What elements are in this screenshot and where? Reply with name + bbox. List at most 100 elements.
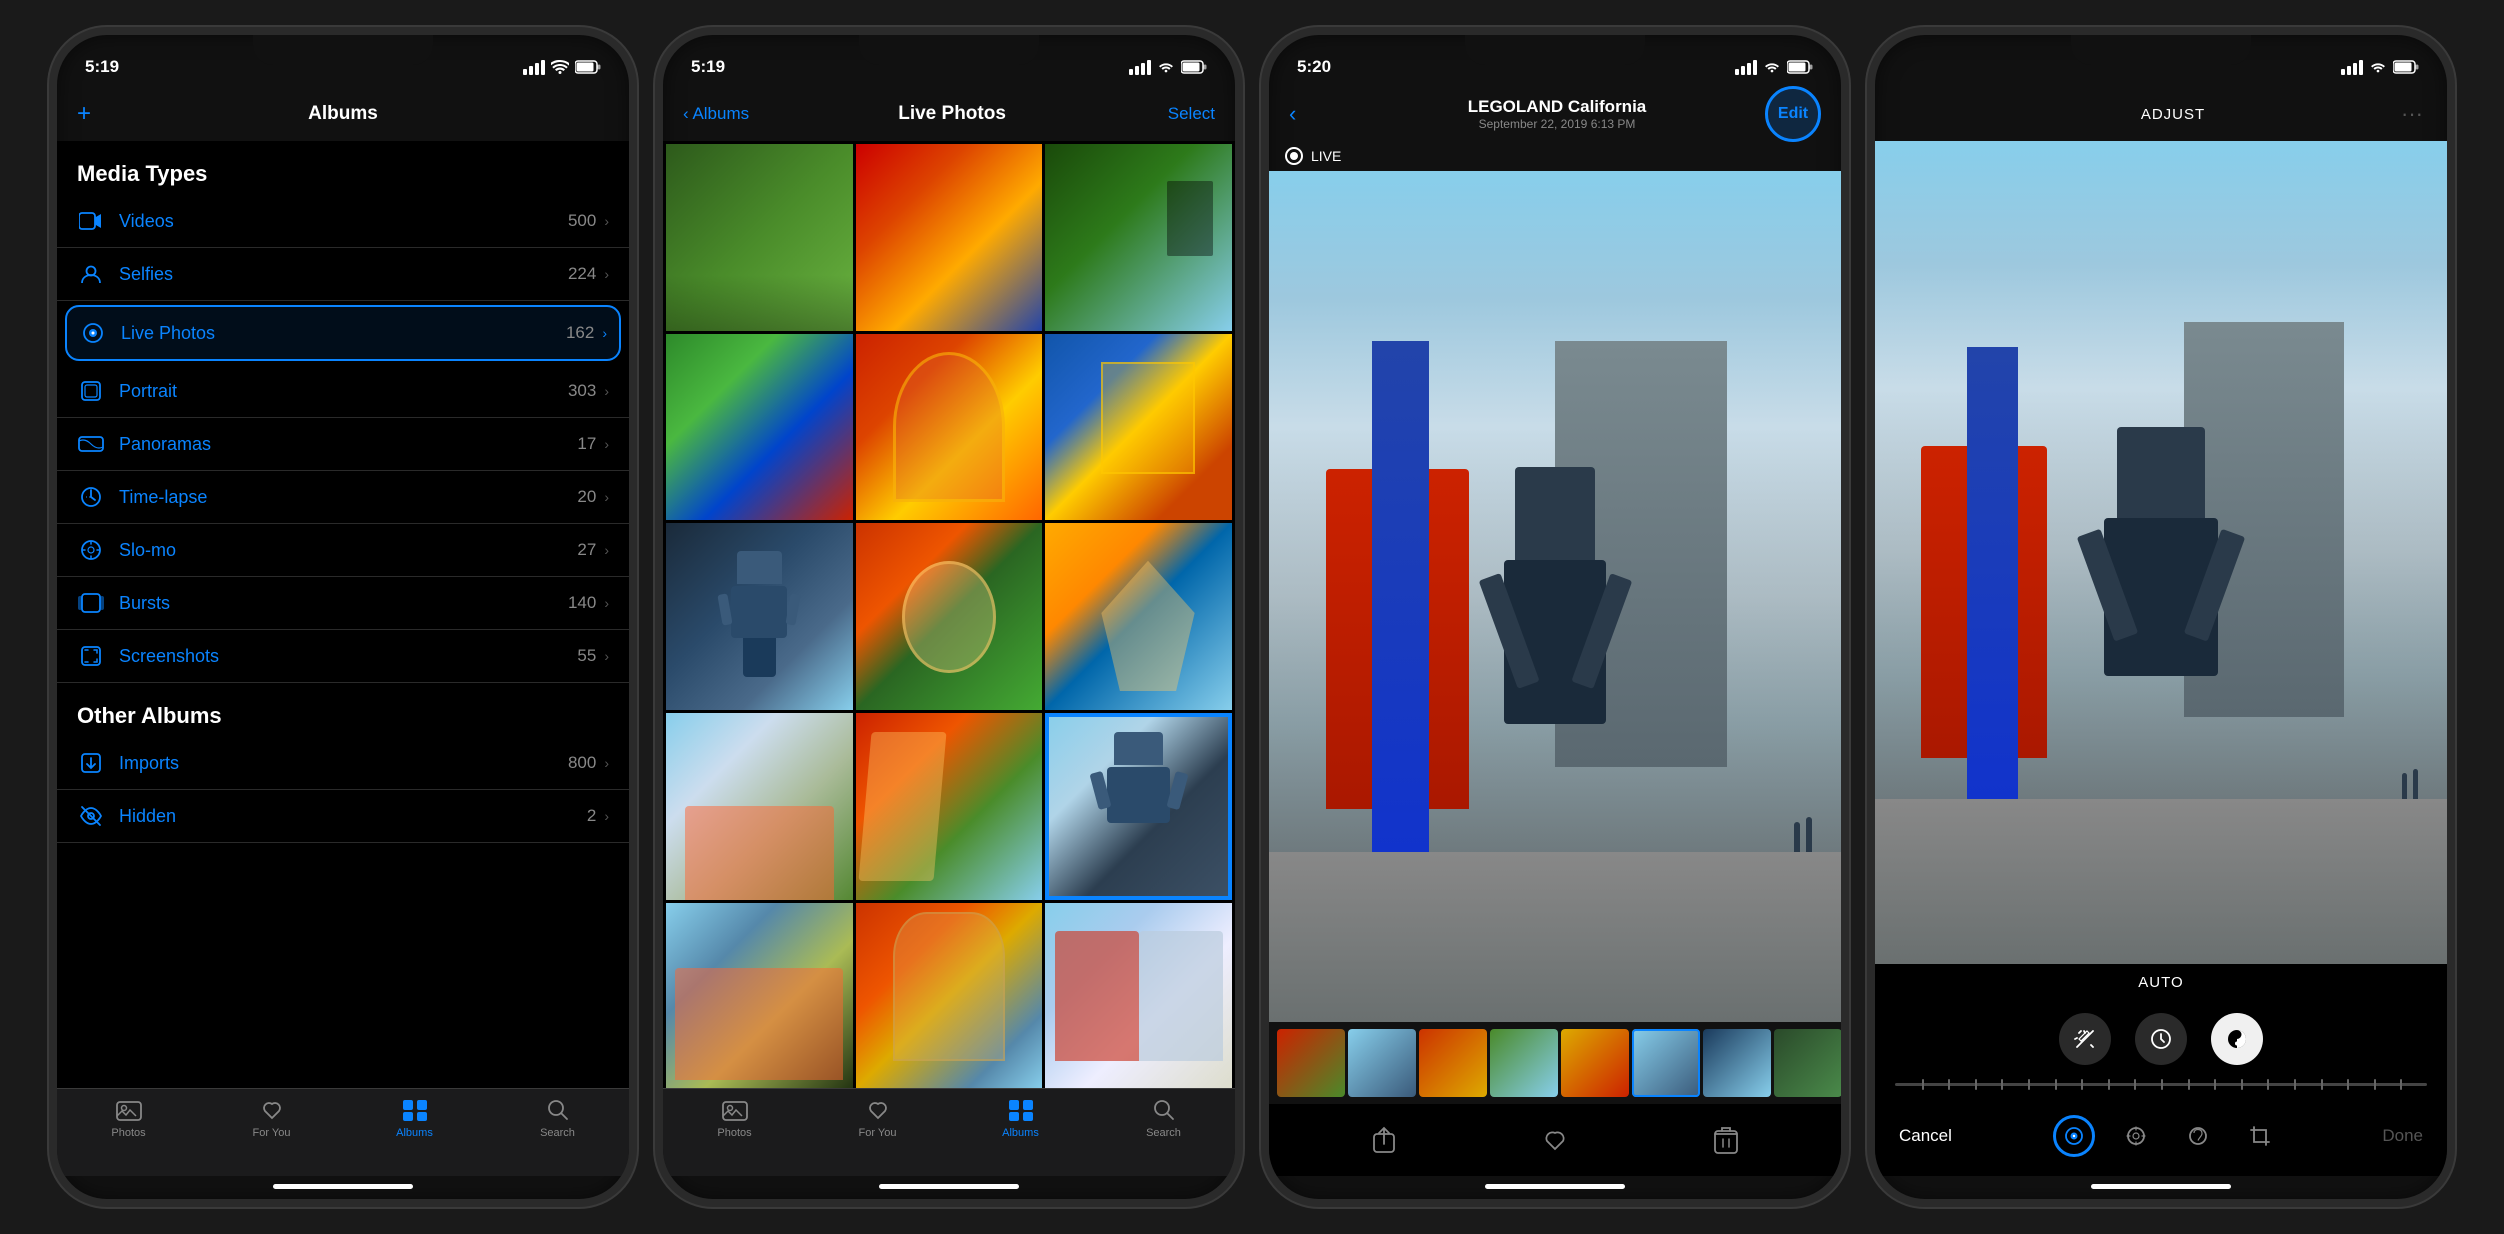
- delete-button[interactable]: [1714, 1126, 1738, 1154]
- tab-search[interactable]: Search: [486, 1097, 629, 1139]
- list-item-slomo[interactable]: Slo-mo 27 ›: [57, 524, 629, 577]
- status-bar-2: 5:19: [663, 35, 1235, 87]
- live-photos-nav-title: Live Photos: [749, 103, 1155, 125]
- list-item-portrait[interactable]: Portrait 303 ›: [57, 365, 629, 418]
- nav-bar-3: ‹ LEGOLAND California September 22, 2019…: [1269, 87, 1841, 141]
- list-item-imports[interactable]: Imports 800 ›: [57, 737, 629, 790]
- list-item-videos[interactable]: Videos 500 ›: [57, 195, 629, 248]
- tab-foryou[interactable]: For You: [200, 1097, 343, 1139]
- search-tab-icon: [545, 1097, 571, 1123]
- add-button[interactable]: +: [77, 100, 137, 128]
- timelapse-icon: [77, 483, 105, 511]
- photo-cell[interactable]: [666, 334, 853, 521]
- imports-label: Imports: [119, 753, 568, 774]
- wifi-icon-4: [2369, 60, 2387, 74]
- status-time-3: 5:20: [1297, 57, 1331, 77]
- live-photo-edit-button[interactable]: [2053, 1115, 2095, 1157]
- edit-bottom-bar: Cancel Done: [1875, 1096, 2447, 1176]
- filter-edit-button[interactable]: [2177, 1115, 2219, 1157]
- bursts-icon: [77, 589, 105, 617]
- list-item-hidden[interactable]: Hidden 2 ›: [57, 790, 629, 843]
- selfies-label: Selfies: [119, 264, 568, 285]
- imports-icon: [77, 749, 105, 777]
- list-item-timelapse[interactable]: Time-lapse 20 ›: [57, 471, 629, 524]
- slomo-count: 27: [577, 540, 596, 560]
- photo-cell[interactable]: [1045, 523, 1232, 710]
- photo-cell[interactable]: [856, 334, 1043, 521]
- edit-slider[interactable]: [1875, 1077, 2447, 1096]
- wifi-icon-2: [1157, 60, 1175, 74]
- tab-search-label: Search: [540, 1127, 575, 1139]
- yin-yang-button[interactable]: [2211, 1013, 2263, 1065]
- screenshots-count: 55: [577, 646, 596, 666]
- list-item-screenshots[interactable]: Screenshots 55 ›: [57, 630, 629, 683]
- main-photo-area[interactable]: [1269, 171, 1841, 1022]
- edit-button[interactable]: Edit: [1765, 86, 1821, 142]
- albums-tab-icon-2: [1008, 1097, 1034, 1123]
- clock-button[interactable]: [2135, 1013, 2187, 1065]
- photo-cell[interactable]: [856, 903, 1043, 1088]
- tab-search-2[interactable]: Search: [1092, 1097, 1235, 1139]
- selfies-count: 224: [568, 264, 596, 284]
- done-edit-button[interactable]: Done: [2382, 1126, 2423, 1146]
- photo-cell[interactable]: [1045, 144, 1232, 331]
- photo-cell-selected[interactable]: [1045, 713, 1232, 900]
- screenshots-icon: [77, 642, 105, 670]
- select-button[interactable]: Select: [1155, 104, 1215, 124]
- magic-wand-button[interactable]: [2059, 1013, 2111, 1065]
- signal-icon-2: [1129, 60, 1151, 75]
- slomo-icon: [77, 536, 105, 564]
- thumb-1[interactable]: [1277, 1029, 1345, 1097]
- photo-cell[interactable]: [856, 523, 1043, 710]
- videos-count: 500: [568, 211, 596, 231]
- slomo-label: Slo-mo: [119, 540, 577, 561]
- imports-count: 800: [568, 753, 596, 773]
- tab-albums-2[interactable]: Albums: [949, 1097, 1092, 1139]
- list-item-live-photos[interactable]: Live Photos 162 ›: [65, 305, 621, 361]
- thumb-2[interactable]: [1348, 1029, 1416, 1097]
- favorite-button[interactable]: [1541, 1128, 1569, 1152]
- tab-albums[interactable]: Albums: [343, 1097, 486, 1139]
- nav-bar-2: ‹ Albums Live Photos Select: [663, 87, 1235, 141]
- photo-cell[interactable]: [856, 144, 1043, 331]
- photo-cell[interactable]: [856, 713, 1043, 900]
- wifi-icon: [551, 60, 569, 74]
- crop-edit-button[interactable]: [2239, 1115, 2281, 1157]
- auto-label: AUTO: [1875, 964, 2447, 1001]
- photo-cell[interactable]: [666, 903, 853, 1088]
- status-icons-2: [1129, 60, 1207, 75]
- thumb-4[interactable]: [1490, 1029, 1558, 1097]
- thumb-7[interactable]: [1703, 1029, 1771, 1097]
- timelapse-label: Time-lapse: [119, 487, 577, 508]
- back-to-albums-button[interactable]: ‹ Albums: [683, 104, 749, 124]
- list-item-panoramas[interactable]: Panoramas 17 ›: [57, 418, 629, 471]
- more-button[interactable]: ···: [2401, 101, 2427, 127]
- screenshots-label: Screenshots: [119, 646, 577, 667]
- status-icons-4: [2341, 60, 2419, 75]
- other-albums-header: Other Albums: [57, 683, 629, 737]
- cancel-edit-button[interactable]: Cancel: [1899, 1126, 1952, 1146]
- thumb-3[interactable]: [1419, 1029, 1487, 1097]
- list-item-selfies[interactable]: Selfies 224 ›: [57, 248, 629, 301]
- tab-photos[interactable]: Photos: [57, 1097, 200, 1139]
- photo-cell[interactable]: [1045, 903, 1232, 1088]
- tab-foryou-2[interactable]: For You: [806, 1097, 949, 1139]
- adjust-edit-button[interactable]: [2115, 1115, 2157, 1157]
- photo-cell[interactable]: [666, 713, 853, 900]
- thumb-6[interactable]: [1632, 1029, 1700, 1097]
- timelapse-count: 20: [577, 487, 596, 507]
- photo-cell[interactable]: [666, 523, 853, 710]
- tab-bar-2: Photos For You Albums Search: [663, 1088, 1235, 1176]
- photo-cell[interactable]: [1045, 334, 1232, 521]
- thumb-8[interactable]: [1774, 1029, 1841, 1097]
- tab-photos-2[interactable]: Photos: [663, 1097, 806, 1139]
- share-button[interactable]: [1372, 1126, 1396, 1154]
- thumb-5[interactable]: [1561, 1029, 1629, 1097]
- back-button-3[interactable]: ‹: [1289, 101, 1349, 127]
- home-indicator-1: [273, 1184, 413, 1189]
- status-bar-4: [1875, 35, 2447, 87]
- foryou-tab-icon-2: [865, 1097, 891, 1123]
- list-item-bursts[interactable]: Bursts 140 ›: [57, 577, 629, 630]
- live-label-area: LIVE: [1269, 141, 1841, 171]
- photo-cell[interactable]: [666, 144, 853, 331]
